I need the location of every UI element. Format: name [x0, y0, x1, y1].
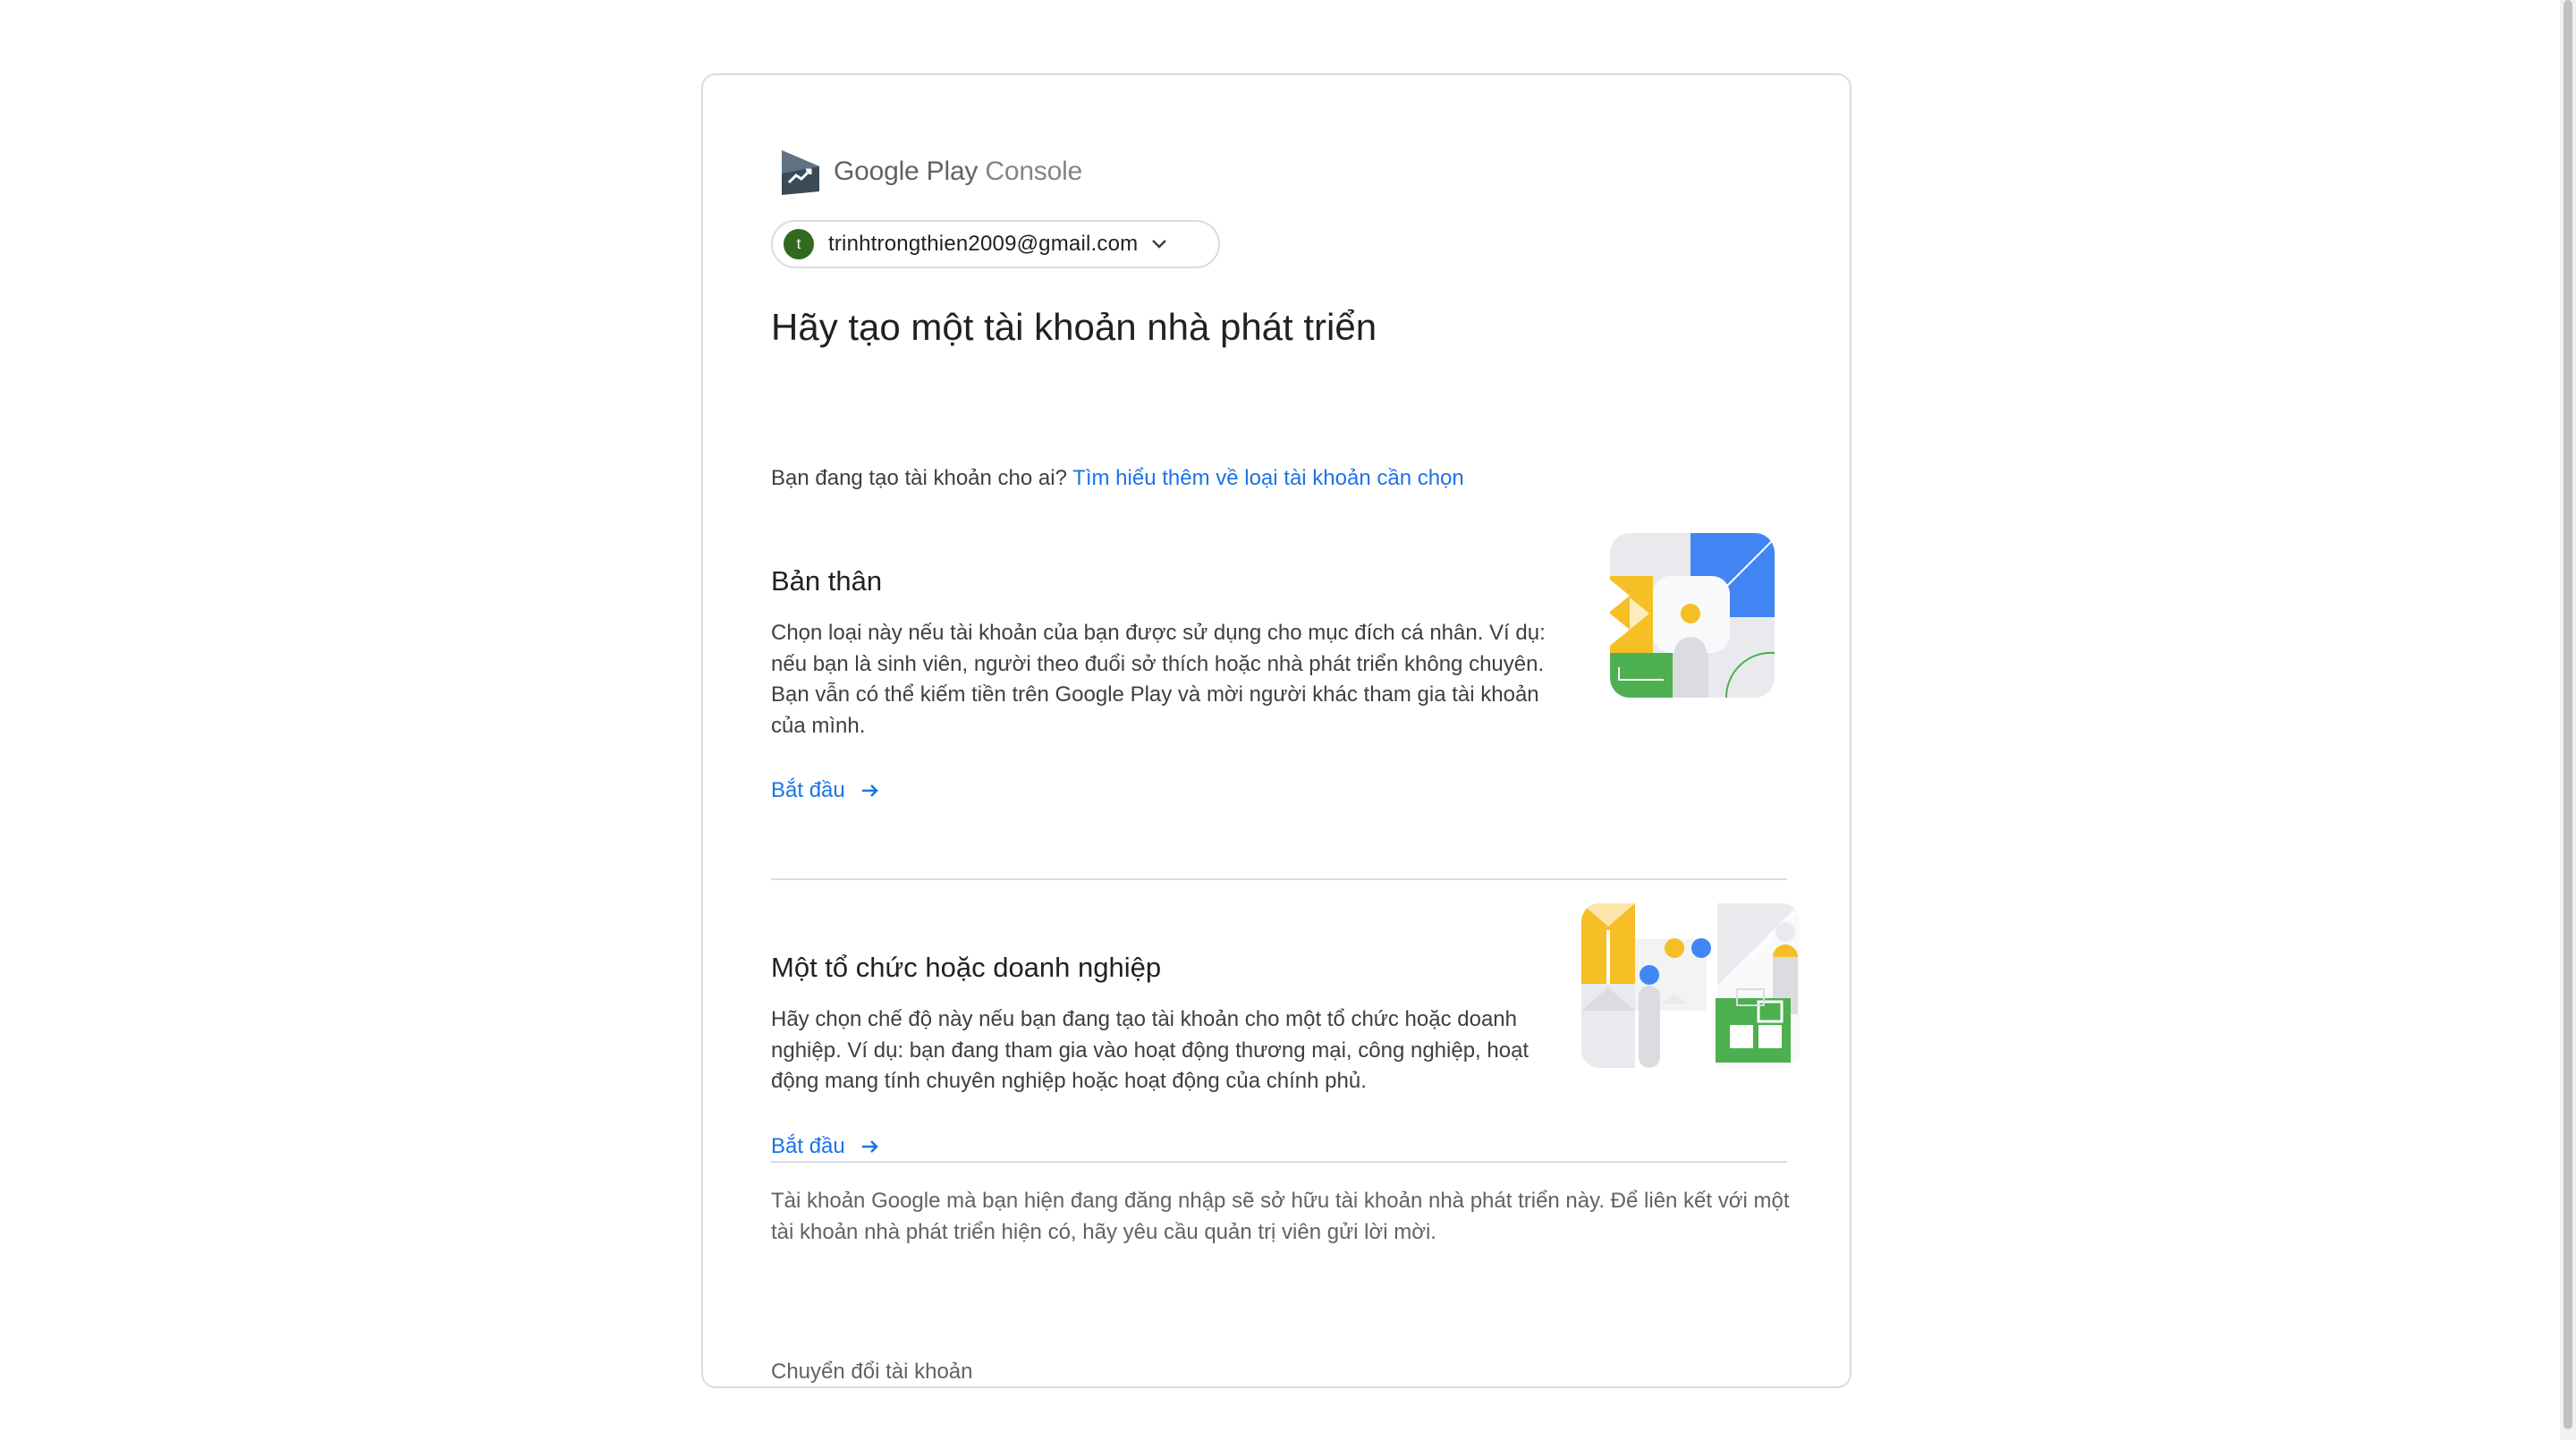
- option-organization-description: Hãy chọn chế độ này nếu bạn đang tạo tài…: [771, 1007, 1530, 1093]
- option-personal-start-button[interactable]: Bắt đầu: [771, 778, 881, 803]
- page-title: Hãy tạo một tài khoản nhà phát triển: [771, 306, 1377, 348]
- start-button-label: Bắt đầu: [771, 1134, 845, 1158]
- option-personal-description: Chọn loại này nếu tài khoản của bạn được…: [771, 621, 1546, 738]
- switch-account-link[interactable]: Chuyển đổi tài khoản: [771, 1360, 973, 1385]
- logo-google-play: Google Play: [834, 157, 979, 186]
- scrollbar-thumb[interactable]: [2563, 0, 2572, 1429]
- footer-divider: [771, 1161, 1787, 1163]
- play-console-logo: Google Play Console: [778, 145, 1082, 199]
- start-button-label: Bắt đầu: [771, 778, 845, 802]
- logo-text: Google Play Console: [834, 157, 1082, 187]
- arrow-right-icon: [861, 1140, 878, 1153]
- chevron-down-icon: [1152, 240, 1167, 249]
- arrow-right-icon: [861, 784, 878, 797]
- account-switcher-chip[interactable]: t trinhtrongthien2009@gmail.com: [771, 220, 1220, 268]
- learn-more-link[interactable]: Tìm hiểu thêm về loại tài khoản cần chọn: [1072, 466, 1464, 490]
- signup-card: Google Play Console t trinhtrongthien200…: [701, 73, 1852, 1388]
- option-organization-title: Một tổ chức hoặc doanh nghiệp: [771, 952, 1162, 983]
- option-personal-title: Bản thân: [771, 565, 883, 597]
- account-email: trinhtrongthien2009@gmail.com: [828, 232, 1139, 256]
- organization-illustration: [1581, 903, 1800, 1068]
- option-organization-start-button[interactable]: Bắt đầu: [771, 1134, 881, 1159]
- personal-illustration: [1610, 533, 1775, 698]
- google-play-console-logo-icon: [782, 150, 819, 195]
- account-ownership-note: Tài khoản Google mà bạn hiện đang đăng n…: [771, 1189, 1790, 1244]
- intro-text: Bạn đang tạo tài khoản cho ai? Tìm hiểu …: [771, 466, 1464, 491]
- avatar: t: [784, 229, 814, 259]
- logo-console: Console: [985, 157, 1083, 186]
- intro-question: Bạn đang tạo tài khoản cho ai?: [771, 466, 1067, 490]
- section-divider: [771, 878, 1787, 880]
